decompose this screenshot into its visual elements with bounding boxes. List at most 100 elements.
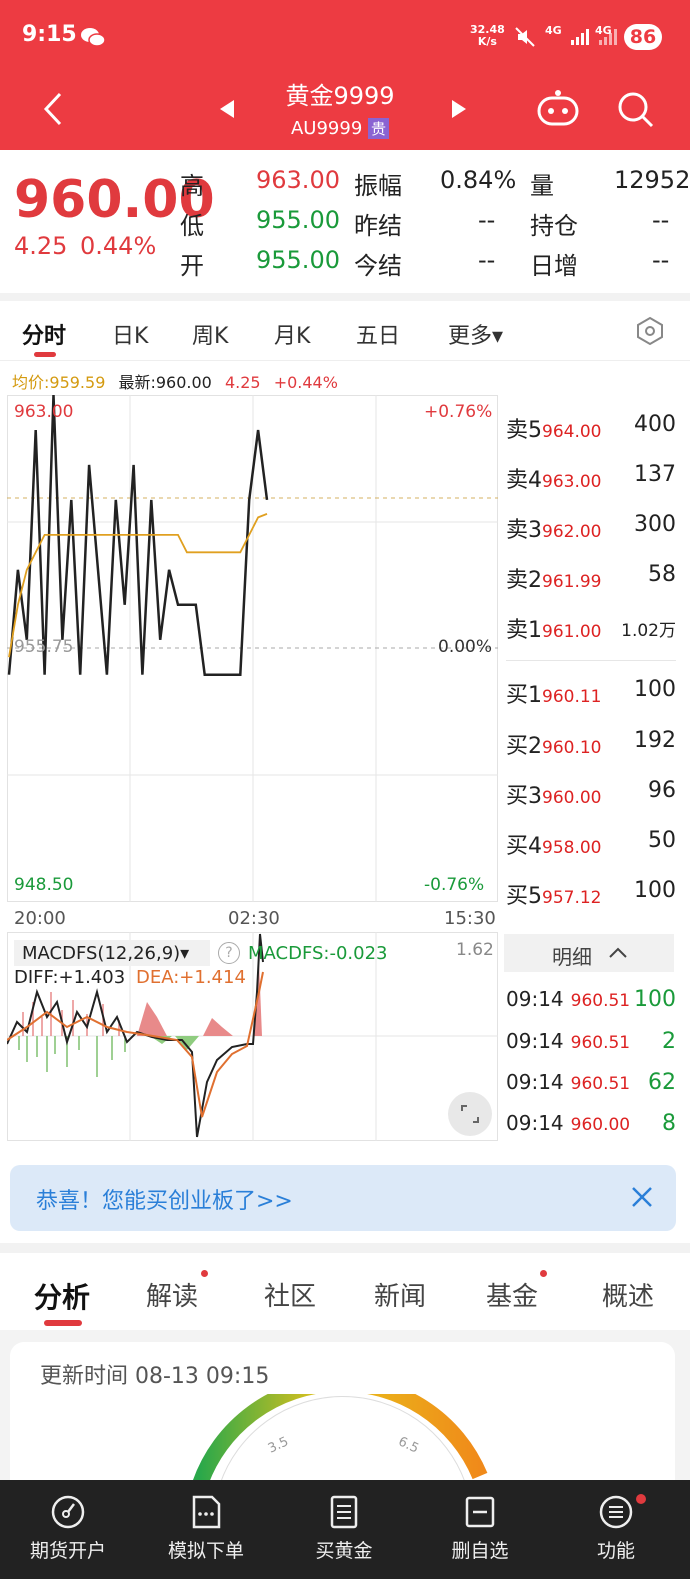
label-high: 高 [180, 172, 204, 200]
detail-time: 09:14 [506, 1029, 564, 1053]
sentiment-gauge [192, 1394, 488, 1484]
list-document-icon [330, 1495, 358, 1529]
intraday-chart[interactable] [7, 395, 498, 902]
value-open: 955.00 [256, 246, 340, 274]
help-icon[interactable]: ? [218, 942, 240, 964]
menu-circle-icon [599, 1495, 633, 1529]
detail-row: 09:14 960.51 100 [506, 987, 676, 1012]
detail-row: 09:14 960.51 2 [506, 1029, 676, 1054]
label-prev-settle: 昨结 [354, 212, 402, 240]
ask-price: 961.00 [542, 622, 602, 642]
divider [0, 1243, 690, 1253]
label-daily-change: 日增 [530, 252, 578, 280]
ask-row-1: 卖1961.00 1.02万 [506, 612, 676, 644]
ask-price: 962.00 [542, 522, 602, 542]
detail-time: 09:14 [506, 1111, 564, 1135]
search-icon[interactable] [616, 90, 656, 130]
bid-price: 960.10 [542, 738, 602, 758]
detail-title: 明细 [552, 945, 592, 969]
bid-price: 960.00 [542, 788, 602, 808]
pct-axis-mid: 0.00% [438, 637, 493, 657]
value-prev-settle: -- [478, 206, 496, 234]
detail-header[interactable]: 明细 [504, 934, 674, 972]
bid-price: 960.11 [542, 687, 602, 707]
close-icon[interactable] [630, 1185, 654, 1209]
tab-five-day[interactable]: 五日 [356, 318, 400, 350]
bid-volume: 96 [648, 778, 676, 803]
header-bar: 9:15 32.48 K/s 4G 4G 86 黄金9999 AU9999 贵 [0, 0, 690, 150]
net-type-1: 4G [545, 24, 562, 37]
nav-label: 功能 [596, 1540, 635, 1562]
page-title: 黄金9999 [285, 82, 395, 110]
nav-simulated-order[interactable]: 模拟下单 [146, 1480, 266, 1579]
remove-square-icon [465, 1496, 495, 1528]
notification-dot [636, 1494, 646, 1504]
value-daily-change: -- [652, 246, 670, 274]
promo-text: 恭喜！您能买创业板了>> [36, 1189, 293, 1214]
robot-assistant-icon[interactable] [536, 88, 580, 128]
bid-price: 958.00 [542, 838, 602, 858]
nav-label: 删自选 [451, 1540, 509, 1562]
tab-community[interactable]: 社区 [264, 1276, 316, 1313]
instrument-code: AU9999 [290, 118, 363, 139]
label-open-interest: 持仓 [530, 212, 578, 240]
ask-price: 961.99 [542, 572, 602, 592]
latest-price-label: 最新:960.00 [118, 373, 212, 392]
tab-monthly-k[interactable]: 月K [274, 318, 310, 350]
divider [0, 360, 690, 361]
back-arrow-icon[interactable] [38, 90, 68, 128]
bid-label: 买3 [506, 784, 542, 809]
nav-functions[interactable]: 功能 [556, 1480, 676, 1579]
detail-row: 09:14 960.51 62 [506, 1070, 676, 1095]
bottom-nav: 期货开户 模拟下单 买黄金 删自选 功能 [0, 1480, 690, 1579]
tab-intraday[interactable]: 分时 [22, 318, 66, 350]
promo-banner[interactable]: 恭喜！您能买创业板了>> [10, 1165, 676, 1231]
tab-news[interactable]: 新闻 [374, 1276, 426, 1313]
bid-row-2: 买2960.10 192 [506, 728, 676, 760]
pct-axis-low: -0.76% [424, 875, 485, 895]
macd-scale: 1.62 [456, 940, 494, 960]
next-item-icon[interactable] [450, 98, 468, 120]
y-axis-low: 948.50 [14, 875, 74, 895]
nav-label: 期货开户 [29, 1540, 106, 1562]
value-amplitude: 0.84% [440, 166, 517, 194]
detail-volume: 100 [634, 987, 676, 1012]
label-open: 开 [180, 252, 204, 280]
change-pct-label: +0.44% [273, 373, 338, 392]
bid-row-3: 买3960.00 96 [506, 778, 676, 810]
ask-label: 卖5 [506, 418, 542, 443]
divider [0, 293, 690, 301]
settings-hexagon-icon[interactable] [636, 316, 664, 346]
y-axis-mid: 955.75 [14, 637, 74, 657]
ask-price: 964.00 [542, 422, 602, 442]
prev-item-icon[interactable] [218, 98, 236, 120]
nav-label: 买黄金 [315, 1540, 373, 1562]
price-change-pct: 0.44% [80, 232, 157, 260]
tab-weekly-k[interactable]: 周K [192, 318, 228, 350]
macd-value: MACDFS:-0.023 [248, 943, 388, 964]
tab-funds[interactable]: 基金 [486, 1276, 538, 1313]
bid-label: 买5 [506, 884, 542, 909]
tab-overview[interactable]: 概述 [602, 1276, 654, 1313]
nav-buy-gold[interactable]: 买黄金 [284, 1480, 404, 1579]
x-axis-mid: 02:30 [228, 908, 280, 929]
notification-dot [540, 1270, 547, 1277]
quote-panel: 960.00 4.25 0.44% 高 963.00 振幅 0.84% 量 12… [0, 150, 690, 295]
macd-indicator-selector[interactable]: MACDFS(12,26,9)▾ [22, 943, 189, 964]
value-high: 963.00 [256, 166, 340, 194]
nav-open-account[interactable]: 期货开户 [8, 1480, 128, 1579]
detail-time: 09:14 [506, 1070, 564, 1094]
detail-volume: 8 [662, 1111, 676, 1136]
expand-button[interactable] [448, 1092, 492, 1136]
bid-volume: 50 [648, 828, 676, 853]
avg-price-label: 均价:959.59 [12, 373, 106, 392]
tab-interpretation[interactable]: 解读 [146, 1276, 198, 1313]
tab-more[interactable]: 更多▾ [448, 318, 503, 350]
label-amplitude: 振幅 [354, 172, 402, 200]
tab-daily-k[interactable]: 日K [112, 318, 148, 350]
ask-row-2: 卖2961.99 58 [506, 562, 676, 594]
bid-price: 957.12 [542, 888, 602, 908]
bid-row-1: 买1960.11 100 [506, 677, 676, 709]
tab-analysis[interactable]: 分析 [34, 1276, 90, 1316]
nav-remove-watchlist[interactable]: 删自选 [420, 1480, 540, 1579]
